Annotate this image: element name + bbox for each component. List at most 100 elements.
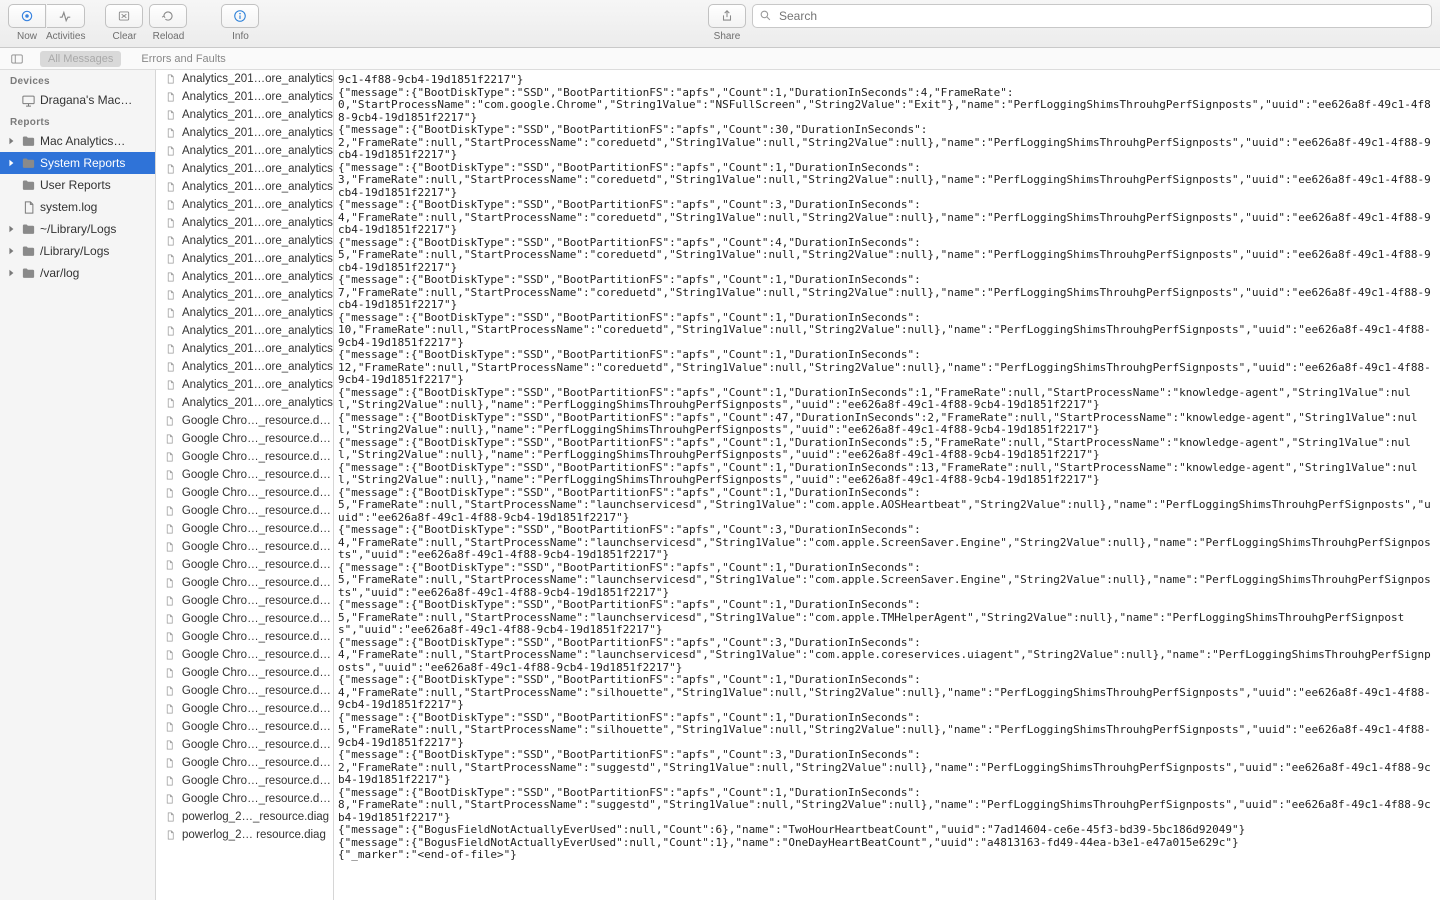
- file-icon: [164, 792, 176, 806]
- info-icon: [233, 9, 247, 23]
- file-row[interactable]: Analytics_201…ore_analytics: [156, 250, 333, 268]
- file-row[interactable]: Analytics_201…ore_analytics: [156, 124, 333, 142]
- file-row[interactable]: Google Chro…_resource.diag: [156, 538, 333, 556]
- file-row[interactable]: Analytics_201…ore_analytics: [156, 196, 333, 214]
- log-content[interactable]: 9c1-4f88-9cb4-19d1851f2217"} {"message":…: [334, 70, 1440, 900]
- file-row[interactable]: Google Chro…_resource.diag: [156, 664, 333, 682]
- sidebar-device[interactable]: Dragana's Mac…: [0, 89, 155, 111]
- file-icon: [164, 198, 176, 212]
- file-icon: [164, 576, 176, 590]
- file-row[interactable]: Google Chro…_resource.diag: [156, 718, 333, 736]
- scope-all-messages[interactable]: All Messages: [40, 51, 121, 67]
- file-name: Google Chro…_resource.diag: [182, 685, 333, 697]
- disclosure-triangle-icon[interactable]: [6, 159, 16, 167]
- sidebar-item-label: Mac Analytics…: [40, 134, 125, 148]
- sidebar-item[interactable]: system.log: [0, 196, 155, 218]
- sidebar-item-label: /var/log: [40, 266, 79, 280]
- sidebar-toggle-button[interactable]: [6, 50, 28, 68]
- file-row[interactable]: Google Chro…_resource.diag: [156, 484, 333, 502]
- file-icon: [164, 540, 176, 554]
- file-icon: [164, 594, 176, 608]
- reload-icon: [161, 9, 175, 23]
- file-row[interactable]: Analytics_201…ore_analytics: [156, 70, 333, 88]
- file-row[interactable]: Google Chro…_resource.diag: [156, 682, 333, 700]
- sidebar-item[interactable]: System Reports: [0, 152, 155, 174]
- file-name: Analytics_201…ore_analytics: [182, 397, 333, 409]
- sidebar-item-label: User Reports: [40, 178, 111, 192]
- sidebar-item[interactable]: Mac Analytics…: [0, 130, 155, 152]
- file-row[interactable]: Analytics_201…ore_analytics: [156, 268, 333, 286]
- file-list: Analytics_201…ore_analyticsAnalytics_201…: [156, 70, 334, 900]
- file-name: Google Chro…_resource.diag: [182, 451, 333, 463]
- file-row[interactable]: Analytics_201…ore_analytics: [156, 322, 333, 340]
- file-icon: [164, 180, 176, 194]
- file-row[interactable]: Google Chro…_resource.diag: [156, 646, 333, 664]
- file-row[interactable]: Analytics_201…ore_analytics: [156, 214, 333, 232]
- file-row[interactable]: Analytics_201…ore_analytics: [156, 340, 333, 358]
- file-icon: [164, 504, 176, 518]
- share-button[interactable]: [708, 4, 746, 28]
- sidebar-item[interactable]: /Library/Logs: [0, 240, 155, 262]
- file-icon: [20, 199, 36, 215]
- activities-button[interactable]: [47, 4, 85, 28]
- file-icon: [164, 522, 176, 536]
- file-name: Google Chro…_resource.diag: [182, 775, 333, 787]
- file-row[interactable]: powerlog_2…_resource.diag: [156, 808, 333, 826]
- clear-button[interactable]: [105, 4, 143, 28]
- file-row[interactable]: Google Chro…_resource.diag: [156, 448, 333, 466]
- file-row[interactable]: Google Chro…_resource.diag: [156, 520, 333, 538]
- share-label: Share: [714, 31, 741, 42]
- file-row[interactable]: Google Chro…_resource.diag: [156, 412, 333, 430]
- info-button[interactable]: [221, 4, 259, 28]
- file-row[interactable]: Google Chro…_resource.diag: [156, 592, 333, 610]
- file-row[interactable]: Google Chro…_resource.diag: [156, 736, 333, 754]
- file-row[interactable]: Analytics_201…ore_analytics: [156, 178, 333, 196]
- file-row[interactable]: Google Chro…_resource.diag: [156, 610, 333, 628]
- file-row[interactable]: Google Chro…_resource.diag: [156, 790, 333, 808]
- file-name: Analytics_201…ore_analytics: [182, 289, 333, 301]
- file-row[interactable]: Google Chro…_resource.diag: [156, 556, 333, 574]
- file-name: powerlog_2… resource.diag: [182, 829, 326, 841]
- file-name: Google Chro…_resource.diag: [182, 757, 333, 769]
- file-row[interactable]: Analytics_201…ore_analytics: [156, 88, 333, 106]
- reload-button[interactable]: [149, 4, 187, 28]
- sidebar-item[interactable]: User Reports: [0, 174, 155, 196]
- sidebar-item-label: /Library/Logs: [40, 244, 109, 258]
- disclosure-triangle-icon[interactable]: [6, 225, 16, 233]
- file-row[interactable]: Google Chro…_resource.diag: [156, 700, 333, 718]
- file-icon: [164, 648, 176, 662]
- file-icon: [164, 342, 176, 356]
- file-name: Analytics_201…ore_analytics: [182, 253, 333, 265]
- file-row[interactable]: Google Chro…_resource.diag: [156, 772, 333, 790]
- file-row[interactable]: Analytics_201…ore_analytics: [156, 106, 333, 124]
- scope-errors-faults[interactable]: Errors and Faults: [133, 51, 233, 67]
- file-name: Google Chro…_resource.diag: [182, 667, 333, 679]
- disclosure-triangle-icon[interactable]: [6, 137, 16, 145]
- search-input[interactable]: [752, 4, 1432, 28]
- file-row[interactable]: Google Chro…_resource.diag: [156, 466, 333, 484]
- folder-icon: [20, 221, 36, 237]
- file-row[interactable]: Analytics_201…ore_analytics: [156, 142, 333, 160]
- file-row[interactable]: Analytics_201…ore_analytics: [156, 232, 333, 250]
- disclosure-triangle-icon[interactable]: [6, 269, 16, 277]
- file-name: Google Chro…_resource.diag: [182, 793, 333, 805]
- file-row[interactable]: Google Chro…_resource.diag: [156, 502, 333, 520]
- file-row[interactable]: powerlog_2… resource.diag: [156, 826, 333, 844]
- file-row[interactable]: Analytics_201…ore_analytics: [156, 394, 333, 412]
- file-row[interactable]: Analytics_201…ore_analytics: [156, 286, 333, 304]
- file-row[interactable]: Analytics_201…ore_analytics: [156, 376, 333, 394]
- file-row[interactable]: Google Chro…_resource.diag: [156, 754, 333, 772]
- sidebar-item-label: System Reports: [40, 156, 125, 170]
- file-row[interactable]: Analytics_201…ore_analytics: [156, 358, 333, 376]
- file-row[interactable]: Analytics_201…ore_analytics: [156, 160, 333, 178]
- sidebar-item[interactable]: /var/log: [0, 262, 155, 284]
- disclosure-triangle-icon[interactable]: [6, 247, 16, 255]
- reload-label: Reload: [153, 31, 185, 42]
- file-row[interactable]: Google Chro…_resource.diag: [156, 628, 333, 646]
- now-button[interactable]: [8, 4, 46, 28]
- file-row[interactable]: Google Chro…_resource.diag: [156, 430, 333, 448]
- sidebar-item[interactable]: ~/Library/Logs: [0, 218, 155, 240]
- file-row[interactable]: Analytics_201…ore_analytics: [156, 304, 333, 322]
- file-row[interactable]: Google Chro…_resource.diag: [156, 574, 333, 592]
- file-name: Analytics_201…ore_analytics: [182, 199, 333, 211]
